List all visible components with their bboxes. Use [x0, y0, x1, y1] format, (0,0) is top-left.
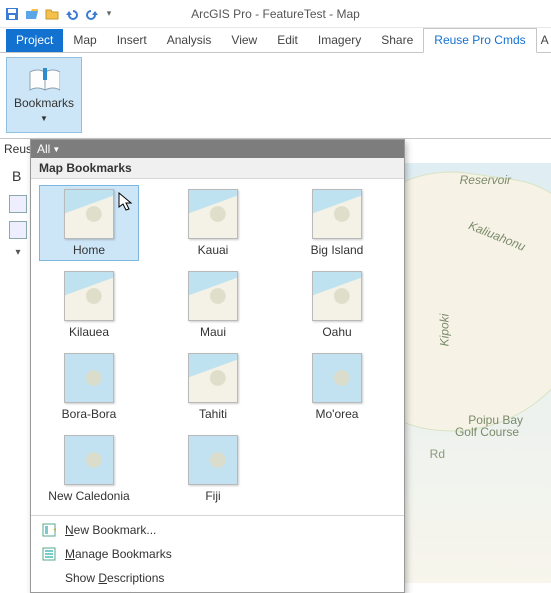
- bookmark-thumb: [188, 353, 238, 403]
- bookmark-label: Big Island: [311, 243, 364, 257]
- tab-analysis[interactable]: Analysis: [157, 29, 222, 52]
- tab-imagery[interactable]: Imagery: [308, 29, 371, 52]
- bookmark-new-caledonia[interactable]: New Caledonia: [39, 431, 139, 507]
- bookmark-label: Kauai: [198, 243, 229, 257]
- map-label-reservoir: Reservoir: [460, 173, 511, 187]
- bookmark-thumb: [64, 271, 114, 321]
- blank-icon: [41, 570, 57, 586]
- bookmark-kilauea[interactable]: Kilauea: [39, 267, 139, 343]
- bookmark-maui[interactable]: Maui: [163, 267, 263, 343]
- tab-map[interactable]: Map: [63, 29, 106, 52]
- bookmark-big-island[interactable]: Big Island: [287, 185, 387, 261]
- bookmark-thumb: [188, 271, 238, 321]
- map-label-rd: Rd: [430, 447, 445, 461]
- bookmark-thumb: [188, 435, 238, 485]
- chevron-down-icon: ▼: [52, 145, 60, 154]
- dropdown-filter-label: All: [37, 142, 50, 156]
- bookmark-label: Tahiti: [199, 407, 227, 421]
- bookmark-label: Kilauea: [69, 325, 109, 339]
- undo-icon[interactable]: [64, 6, 80, 22]
- tab-truncated[interactable]: A: [537, 29, 551, 52]
- chevron-down-icon: ▼: [40, 114, 48, 123]
- title-bar: ▾ ArcGIS Pro - FeatureTest - Map: [0, 0, 551, 28]
- manage-bookmarks-icon: [41, 546, 57, 562]
- bookmarks-icon: [28, 68, 60, 92]
- menu-label: Manage Bookmarks: [65, 547, 172, 561]
- panel-reuse-truncated: Reus: [4, 142, 32, 156]
- bookmark-oahu[interactable]: Oahu: [287, 267, 387, 343]
- bookmark-label: New Caledonia: [48, 489, 129, 503]
- tab-reuse-pro-cmds[interactable]: Reuse Pro Cmds: [423, 28, 536, 53]
- bookmark-label: Oahu: [322, 325, 351, 339]
- tool-icon-2[interactable]: [9, 221, 27, 239]
- bookmark-thumb: [188, 189, 238, 239]
- chevron-down-icon[interactable]: ▾: [15, 247, 20, 258]
- map-label-poipu2: Golf Course: [455, 425, 519, 439]
- bookmark-label: Bora-Bora: [62, 407, 117, 421]
- ribbon-tabs: Project Map Insert Analysis View Edit Im…: [0, 28, 551, 53]
- bookmark-label: Home: [73, 243, 105, 257]
- dropdown-filter-all[interactable]: All ▼: [31, 140, 404, 158]
- bookmark-fiji[interactable]: Fiji: [163, 431, 263, 507]
- bookmark-label: Maui: [200, 325, 226, 339]
- dropdown-menu: ✦ New Bookmark... Manage Bookmarks Show …: [31, 515, 404, 592]
- menu-label: New Bookmark...: [65, 523, 156, 537]
- bookmarks-dropdown: All ▼ Map Bookmarks Home Kauai Big Islan…: [30, 139, 405, 593]
- tab-share[interactable]: Share: [371, 29, 423, 52]
- menu-manage-bookmarks[interactable]: Manage Bookmarks: [31, 542, 404, 566]
- qat-dropdown-icon[interactable]: ▾: [104, 6, 114, 22]
- bookmarks-grid: Home Kauai Big Island Kilauea Maui Oahu …: [31, 179, 404, 515]
- panel-b-truncated: B: [12, 168, 21, 184]
- folder-icon[interactable]: [44, 6, 60, 22]
- bookmark-kauai[interactable]: Kauai: [163, 185, 263, 261]
- redo-icon[interactable]: [84, 6, 100, 22]
- bookmarks-label: Bookmarks: [14, 96, 74, 110]
- menu-show-descriptions[interactable]: Show Descriptions: [31, 566, 404, 590]
- bookmark-bora-bora[interactable]: Bora-Bora: [39, 349, 139, 425]
- bookmark-moorea[interactable]: Mo'orea: [287, 349, 387, 425]
- bookmark-thumb: [64, 189, 114, 239]
- left-toolstrip: ▾: [4, 195, 32, 258]
- bookmark-thumb: [312, 189, 362, 239]
- tab-insert[interactable]: Insert: [107, 29, 157, 52]
- ribbon-body: Bookmarks ▼: [0, 53, 551, 139]
- bookmark-thumb: [64, 353, 114, 403]
- map-label-kipoki: Kipoki: [438, 314, 452, 347]
- quick-access-toolbar: ▾: [4, 6, 114, 22]
- bookmark-label: Mo'orea: [316, 407, 359, 421]
- tab-view[interactable]: View: [221, 29, 267, 52]
- tab-edit[interactable]: Edit: [267, 29, 308, 52]
- save-icon[interactable]: [4, 6, 20, 22]
- svg-text:✦: ✦: [52, 523, 56, 537]
- dropdown-heading: Map Bookmarks: [31, 158, 404, 179]
- open-icon[interactable]: [24, 6, 40, 22]
- new-bookmark-icon: ✦: [41, 522, 57, 538]
- tool-icon-1[interactable]: [9, 195, 27, 213]
- bookmark-thumb: [64, 435, 114, 485]
- bookmark-home[interactable]: Home: [39, 185, 139, 261]
- bookmark-thumb: [312, 353, 362, 403]
- bookmark-thumb: [312, 271, 362, 321]
- bookmark-tahiti[interactable]: Tahiti: [163, 349, 263, 425]
- menu-new-bookmark[interactable]: ✦ New Bookmark...: [31, 518, 404, 542]
- tab-project[interactable]: Project: [6, 29, 63, 52]
- bookmarks-button[interactable]: Bookmarks ▼: [6, 57, 82, 133]
- bookmark-label: Fiji: [205, 489, 220, 503]
